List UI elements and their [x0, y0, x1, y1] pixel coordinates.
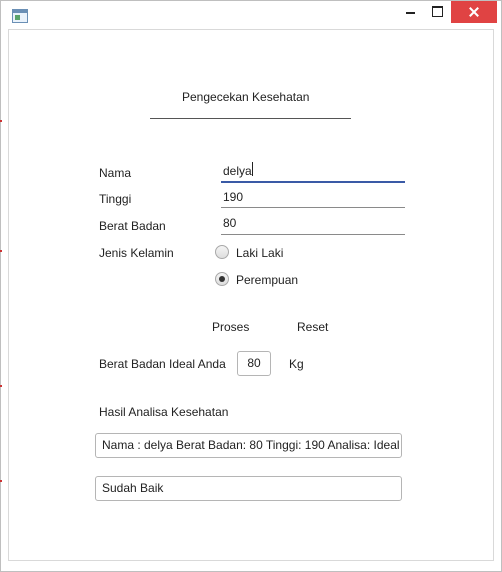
edge-mark [0, 480, 2, 482]
radio-laki-laki-label[interactable]: Laki Laki [236, 246, 283, 260]
edge-mark [0, 120, 2, 122]
nama-underline [221, 181, 405, 183]
nama-input[interactable]: delya [223, 164, 252, 178]
minimize-button[interactable] [399, 1, 423, 23]
close-button[interactable] [451, 1, 497, 23]
ideal-label: Berat Badan Ideal Anda [99, 357, 226, 371]
nama-label: Nama [99, 166, 132, 180]
jenis-kelamin-label: Jenis Kelamin [99, 246, 174, 260]
title-bar[interactable] [1, 1, 501, 29]
berat-underline [221, 234, 405, 235]
hasil-label: Hasil Analisa Kesehatan [99, 405, 229, 419]
edge-mark [0, 250, 2, 252]
maximize-icon [432, 6, 443, 17]
text-caret [252, 162, 253, 176]
title-underline [150, 118, 351, 119]
edge-mark [0, 385, 2, 387]
proses-button[interactable]: Proses [212, 320, 249, 334]
ideal-value-field[interactable]: 80 [237, 351, 271, 376]
berat-label: Berat Badan [99, 219, 166, 233]
hasil-status-field[interactable]: Sudah Baik [95, 476, 402, 501]
page-title: Pengecekan Kesehatan [182, 90, 310, 104]
ideal-unit: Kg [289, 357, 304, 371]
radio-laki-laki[interactable] [215, 245, 229, 259]
tinggi-label: Tinggi [99, 192, 132, 206]
app-icon [12, 9, 28, 23]
hasil-result-field[interactable]: Nama : delya Berat Badan: 80 Tinggi: 190… [95, 433, 402, 458]
minimize-icon [406, 12, 415, 14]
radio-perempuan-label[interactable]: Perempuan [236, 273, 298, 287]
radio-perempuan[interactable] [215, 272, 229, 286]
tinggi-input[interactable]: 190 [223, 190, 243, 204]
maximize-button[interactable] [426, 1, 450, 23]
reset-button[interactable]: Reset [297, 320, 328, 334]
berat-input[interactable]: 80 [223, 216, 236, 230]
tinggi-underline [221, 207, 405, 208]
